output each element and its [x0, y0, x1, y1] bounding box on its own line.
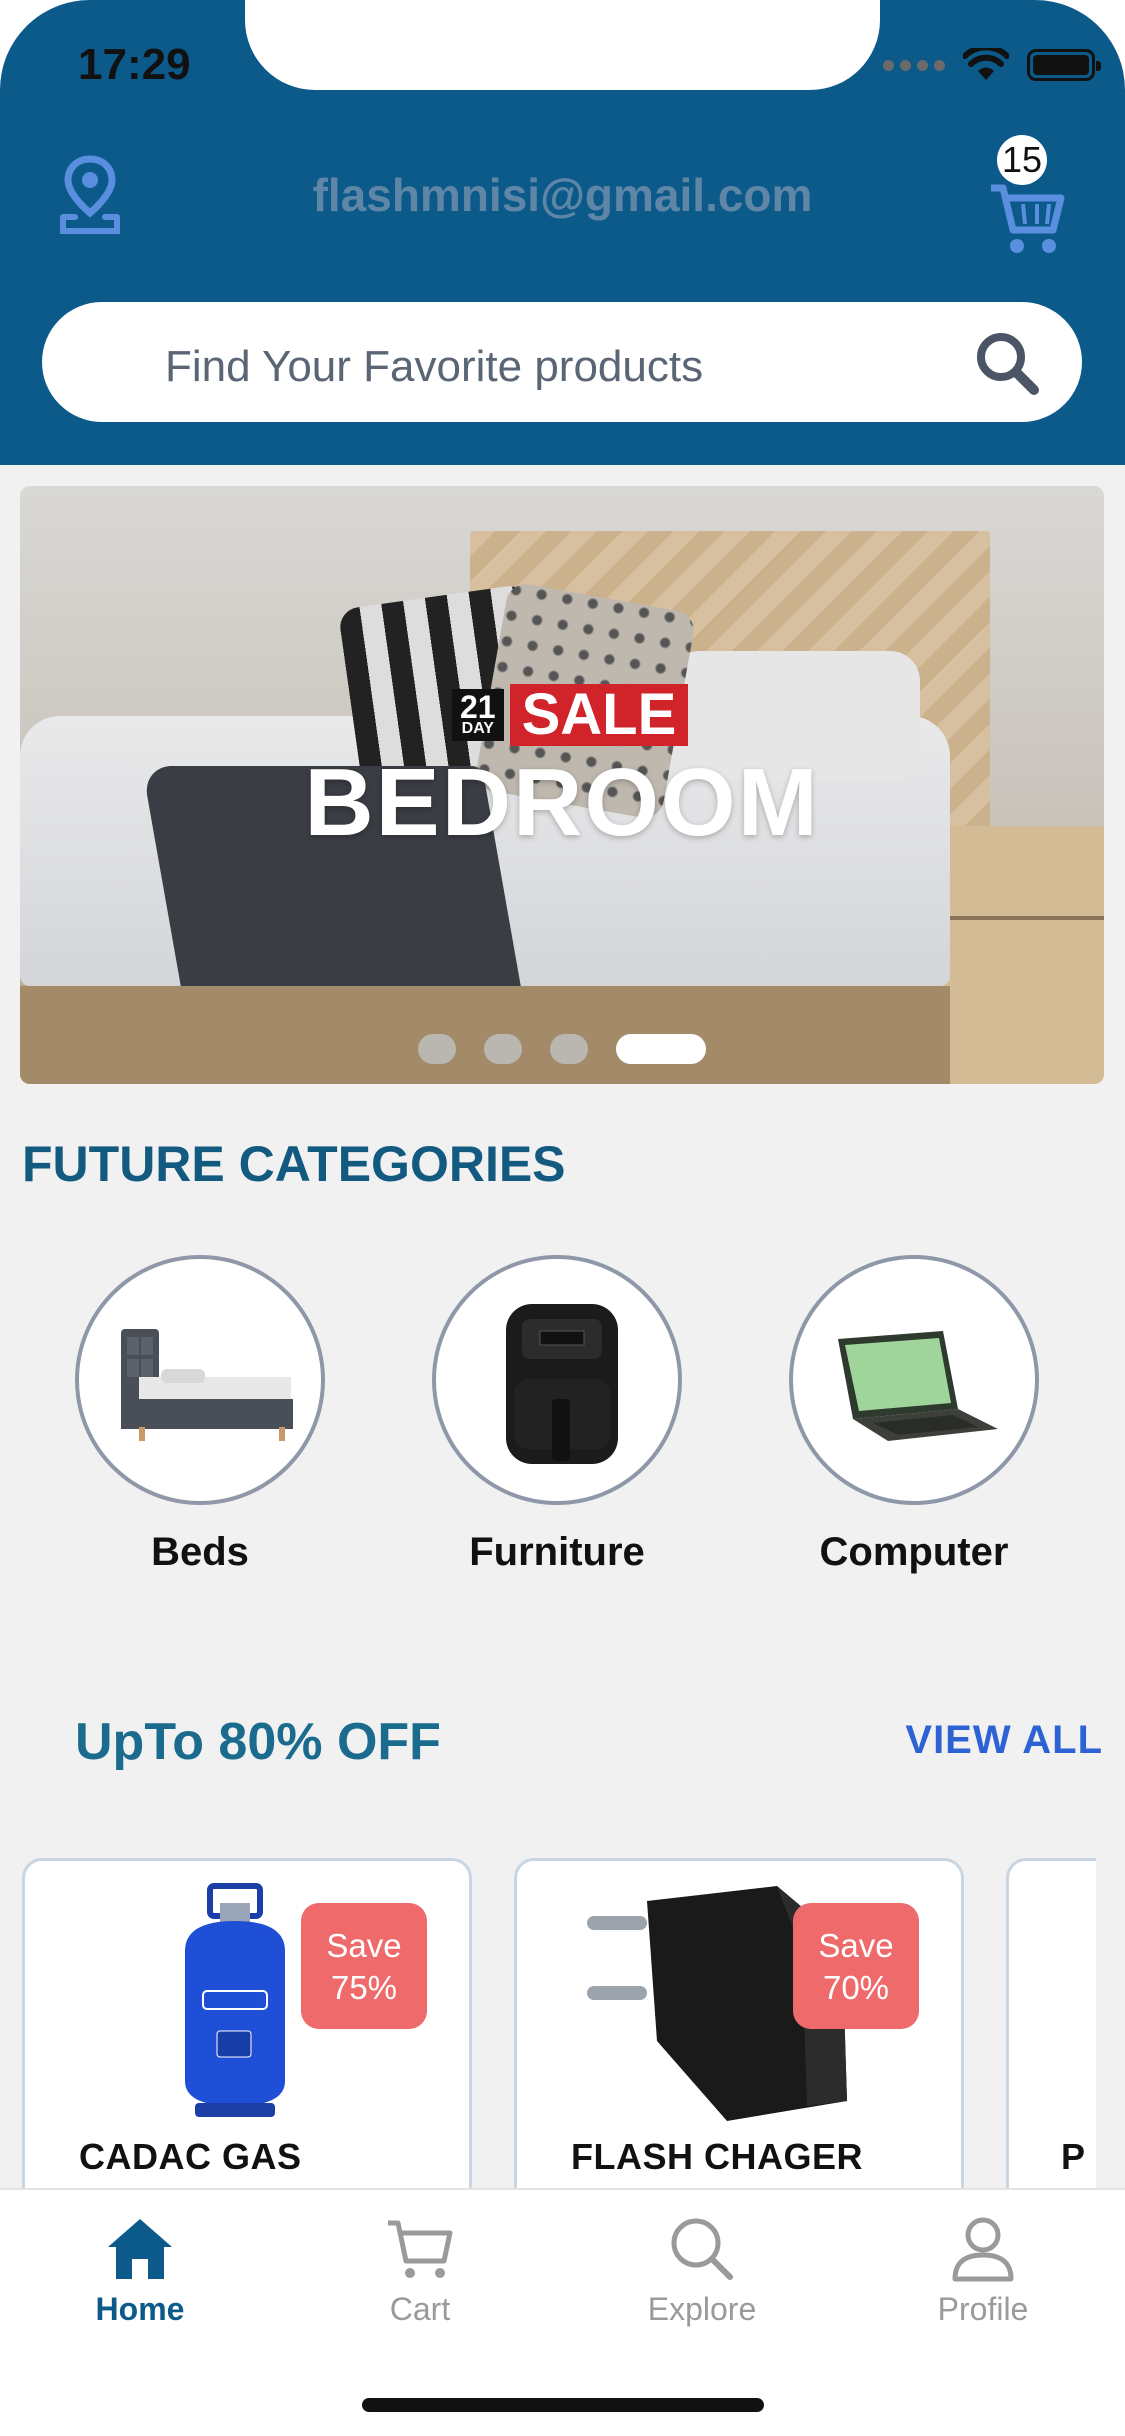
- carousel-dot[interactable]: [484, 1034, 522, 1064]
- bed-image: [121, 1329, 293, 1441]
- product-name: CADAC GAS: [79, 2136, 302, 2177]
- promo-banner-carousel[interactable]: 21 DAY SALE BEDROOM: [20, 486, 1104, 1084]
- cart-icon: [388, 2220, 453, 2278]
- device-notch: [245, 0, 880, 90]
- category-beds[interactable]: Beds: [75, 1255, 325, 1575]
- search-input[interactable]: Find Your Favorite products: [165, 342, 703, 392]
- nav-profile[interactable]: Profile: [883, 2215, 1083, 2328]
- view-all-link[interactable]: VIEW ALL: [905, 1718, 1103, 1763]
- home-indicator[interactable]: [362, 2398, 764, 2412]
- search-icon[interactable]: [974, 330, 1040, 396]
- user-icon: [952, 2217, 1014, 2282]
- categories-title: FUTURE CATEGORIES: [22, 1136, 566, 1192]
- carousel-indicators: [418, 1034, 706, 1064]
- user-email: flashmnisi@gmail.com: [312, 169, 813, 221]
- status-time: 17:29: [78, 40, 191, 89]
- air-fryer-image: [506, 1304, 618, 1464]
- laptop-image: [838, 1331, 998, 1441]
- carousel-dot-active[interactable]: [616, 1034, 706, 1064]
- header-cart-button[interactable]: 15: [987, 135, 1067, 260]
- discount-badge: Save 75%: [301, 1903, 427, 2029]
- cart-count-badge: 15: [997, 135, 1047, 185]
- category-computer[interactable]: Computer: [789, 1255, 1039, 1575]
- deals-title: UpTo 80% OFF: [75, 1713, 441, 1771]
- product-card-cadac-gas[interactable]: Save 75% CADAC GAS: [22, 1858, 472, 2218]
- category-furniture[interactable]: Furniture: [432, 1255, 682, 1575]
- category-label: Computer: [819, 1530, 1009, 1574]
- sale-label: SALE: [509, 684, 689, 746]
- search-bar[interactable]: Find Your Favorite products: [42, 302, 1082, 422]
- battery-icon: [1027, 49, 1101, 81]
- cellular-signal-icon: [883, 59, 945, 71]
- shopping-cart-icon: [991, 184, 1065, 253]
- banner-headline: BEDROOM: [304, 749, 820, 856]
- product-card-flash-charger[interactable]: Save 70% FLASH CHAGER: [514, 1858, 964, 2218]
- nav-cart[interactable]: Cart: [320, 2215, 520, 2328]
- nav-label: Cart: [389, 2291, 451, 2327]
- nav-label: Explore: [647, 2291, 757, 2327]
- search-icon: [671, 2218, 733, 2280]
- banner-nightstand: [930, 826, 1104, 1084]
- home-icon: [108, 2219, 172, 2279]
- nav-label: Profile: [937, 2291, 1029, 2327]
- nav-label: Home: [95, 2291, 185, 2327]
- category-label: Beds: [151, 1530, 249, 1574]
- discount-badge: Save 70%: [793, 1903, 919, 2029]
- nav-home[interactable]: Home: [40, 2215, 240, 2328]
- status-indicators: [883, 48, 1101, 82]
- carousel-dot[interactable]: [418, 1034, 456, 1064]
- product-name: FLASH CHAGER: [571, 2136, 863, 2177]
- nav-explore[interactable]: Explore: [602, 2215, 802, 2328]
- product-card-partial[interactable]: P: [1006, 1858, 1096, 2218]
- product-name: P: [1061, 2136, 1086, 2177]
- wifi-icon: [963, 48, 1009, 80]
- category-label: Furniture: [469, 1530, 645, 1574]
- sale-badge: 21 DAY SALE: [452, 684, 689, 746]
- sale-day-unit: DAY: [461, 720, 494, 737]
- gas-cylinder-image: [185, 1883, 285, 2117]
- carousel-dot[interactable]: [550, 1034, 588, 1064]
